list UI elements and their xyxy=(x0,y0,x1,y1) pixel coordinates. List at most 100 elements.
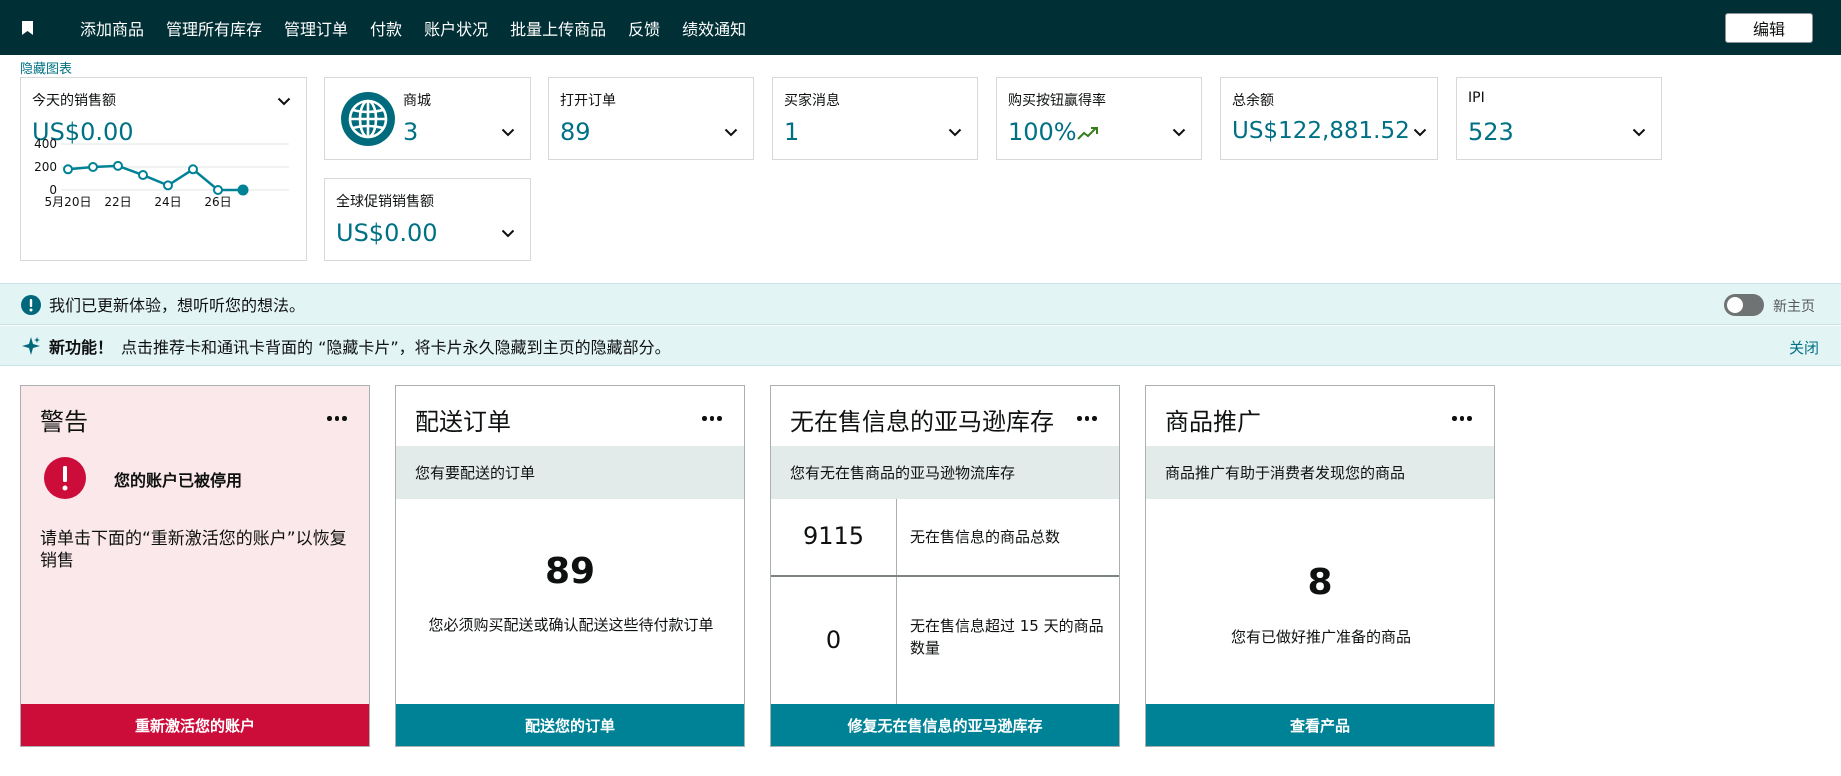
fix-stranded-inventory-button[interactable]: 修复无在售信息的亚马逊库存 xyxy=(771,704,1119,746)
promotable-products-desc: 您有已做好推广准备的商品 xyxy=(1230,628,1411,646)
nav-account-health[interactable]: 账户状况 xyxy=(424,16,488,40)
top-navigation-bar: 添加商品 管理所有库存 管理订单 付款 账户状况 批量上传商品 反馈 绩效通知 … xyxy=(0,0,1841,55)
nav-performance-notifications[interactable]: 绩效通知 xyxy=(682,16,746,40)
view-products-button[interactable]: 查看产品 xyxy=(1146,704,1494,746)
chart-data-point[interactable] xyxy=(188,164,198,175)
product-promotion-title: 商品推广 xyxy=(1165,408,1261,436)
chart-data-point[interactable] xyxy=(213,185,223,195)
global-promo-value: US$0.00 xyxy=(336,219,438,247)
chevron-down-icon[interactable] xyxy=(948,128,962,137)
ship-orders-desc: 您必须购买配送或确认配送这些待付款订单 xyxy=(428,616,714,634)
chart-data-point[interactable] xyxy=(138,170,148,181)
buybox-card[interactable]: 购买按钮赢得率 100% xyxy=(996,77,1202,160)
nav-payments[interactable]: 付款 xyxy=(370,16,402,40)
stranded-inventory-title: 无在售信息的亚马逊库存 xyxy=(790,408,1054,436)
x-tick-label: 24日 xyxy=(154,195,181,209)
total-balance-value: US$122,881.52 xyxy=(1232,118,1410,144)
grid-divider xyxy=(896,499,897,706)
reactivate-account-button[interactable]: 重新激活您的账户 xyxy=(21,704,369,746)
close-banner-link[interactable]: 关闭 xyxy=(1789,337,1819,358)
nav-bulk-upload[interactable]: 批量上传商品 xyxy=(510,16,606,40)
x-tick-label: 5月20日 xyxy=(45,195,92,209)
feedback-banner: 我们已更新体验，想听听您的想法。 新主页 xyxy=(0,283,1841,325)
open-orders-value: 89 xyxy=(560,118,591,146)
y-tick-label: 400 xyxy=(34,137,57,151)
more-options-icon[interactable] xyxy=(1077,416,1097,421)
sparkle-icon xyxy=(22,337,40,355)
info-icon xyxy=(21,295,41,315)
chevron-down-icon[interactable] xyxy=(501,128,515,137)
open-orders-label: 打开订单 xyxy=(560,93,616,109)
product-promotion-subtitle: 商品推广有助于消费者发现您的商品 xyxy=(1146,446,1494,499)
nav-feedback[interactable]: 反馈 xyxy=(628,16,660,40)
chart-data-point[interactable] xyxy=(63,164,73,175)
buyer-messages-card[interactable]: 买家消息 1 xyxy=(772,77,978,160)
chart-data-point[interactable] xyxy=(113,160,123,171)
globe-icon xyxy=(341,92,395,146)
nav-manage-orders[interactable]: 管理订单 xyxy=(284,16,348,40)
alert-icon xyxy=(44,457,86,499)
buybox-value: 100% xyxy=(1008,118,1077,146)
stranded-total-value[interactable]: 9115 xyxy=(771,522,896,550)
chevron-down-icon[interactable] xyxy=(1172,128,1186,137)
store-value: 3 xyxy=(403,118,419,146)
ship-orders-count[interactable]: 89 xyxy=(396,551,744,592)
edit-button[interactable]: 编辑 xyxy=(1725,13,1813,43)
chart-data-point[interactable] xyxy=(237,184,249,196)
warning-body-text: 请单击下面的“重新激活您的账户”以恢复销售 xyxy=(40,529,347,571)
product-promotion-card: 商品推广 商品推广有助于消费者发现您的商品 8 您有已做好推广准备的商品 查看产… xyxy=(1145,385,1495,747)
chevron-down-icon[interactable] xyxy=(724,128,738,137)
ship-orders-card: 配送订单 您有要配送的订单 89 您必须购买配送或确认配送这些待付款订单 配送您… xyxy=(395,385,745,747)
nav-add-product[interactable]: 添加商品 xyxy=(80,16,144,40)
new-homepage-label: 新主页 xyxy=(1773,299,1815,315)
warning-card-title: 警告 xyxy=(40,408,88,436)
ipi-card[interactable]: IPI 523 xyxy=(1456,77,1662,160)
x-tick-label: 22日 xyxy=(104,195,131,209)
nav-links: 添加商品 管理所有库存 管理订单 付款 账户状况 批量上传商品 反馈 绩效通知 xyxy=(80,0,768,55)
chevron-down-icon[interactable] xyxy=(501,229,515,238)
x-tick-label: 26日 xyxy=(204,195,231,209)
ship-orders-subtitle: 您有要配送的订单 xyxy=(396,446,744,499)
chart-data-point[interactable] xyxy=(163,180,173,191)
hide-chart-link[interactable]: 隐藏图表 xyxy=(20,58,72,77)
buybox-label: 购买按钮赢得率 xyxy=(1008,93,1106,109)
new-homepage-toggle[interactable] xyxy=(1724,294,1764,316)
trend-up-icon xyxy=(1077,127,1098,140)
more-options-icon[interactable] xyxy=(702,416,722,421)
new-feature-text: 新功能！ 点击推荐卡和通讯卡背面的 “隐藏卡片”，将卡片永久隐藏到主页的隐藏部分。 xyxy=(49,334,671,358)
ship-your-orders-button[interactable]: 配送您的订单 xyxy=(396,704,744,746)
buyer-messages-value: 1 xyxy=(784,118,800,146)
promotable-products-count[interactable]: 8 xyxy=(1146,562,1494,603)
chart-data-point[interactable] xyxy=(88,162,98,172)
total-balance-card[interactable]: 总余额 US$122,881.52 xyxy=(1220,77,1438,160)
ipi-label: IPI xyxy=(1468,90,1485,106)
account-deactivated-heading: 您的账户已被停用 xyxy=(114,471,243,490)
total-balance-label: 总余额 xyxy=(1232,93,1274,109)
global-promo-label: 全球促销销售额 xyxy=(336,194,434,210)
more-options-icon[interactable] xyxy=(327,416,347,421)
store-card[interactable]: 商城 3 xyxy=(324,77,531,160)
stranded-inventory-subtitle: 您有无在售商品的亚马逊物流库存 xyxy=(771,446,1119,499)
ship-orders-title: 配送订单 xyxy=(415,408,511,436)
store-label: 商城 xyxy=(403,93,431,109)
buyer-messages-label: 买家消息 xyxy=(784,93,840,109)
chevron-down-icon[interactable] xyxy=(1632,128,1646,137)
stranded-total-label: 无在售信息的商品总数 xyxy=(910,528,1061,546)
global-promo-card[interactable]: 全球促销销售额 US$0.00 xyxy=(324,178,531,261)
sales-today-card[interactable]: 今天的销售额 US$0.00 400 200 0 5月20日 22日 24日 26日 xyxy=(20,77,307,261)
sales-line-chart: 4002000 5月20日 22日 24日 26日 xyxy=(34,137,289,209)
new-feature-desc: 点击推荐卡和通讯卡背面的 “隐藏卡片”，将卡片永久隐藏到主页的隐藏部分。 xyxy=(121,337,671,357)
chevron-down-icon[interactable] xyxy=(1413,128,1427,137)
stranded-inventory-card: 无在售信息的亚马逊库存 您有无在售商品的亚马逊物流库存 9115 无在售信息的商… xyxy=(770,385,1120,747)
feedback-banner-text: 我们已更新体验，想听听您的想法。 xyxy=(49,296,306,315)
new-feature-bold: 新功能！ xyxy=(49,337,114,357)
stranded-over-15-days-label: 无在售信息超过 15 天的商品数量 xyxy=(910,617,1104,657)
stranded-over-15-days-value[interactable]: 0 xyxy=(771,626,896,654)
more-options-icon[interactable] xyxy=(1452,416,1472,421)
bookmark-icon[interactable] xyxy=(22,21,33,35)
open-orders-card[interactable]: 打开订单 89 xyxy=(548,77,754,160)
ipi-value: 523 xyxy=(1468,118,1514,146)
nav-manage-inventory[interactable]: 管理所有库存 xyxy=(166,16,262,40)
grid-divider xyxy=(771,575,1119,577)
y-tick-label: 200 xyxy=(34,160,57,174)
